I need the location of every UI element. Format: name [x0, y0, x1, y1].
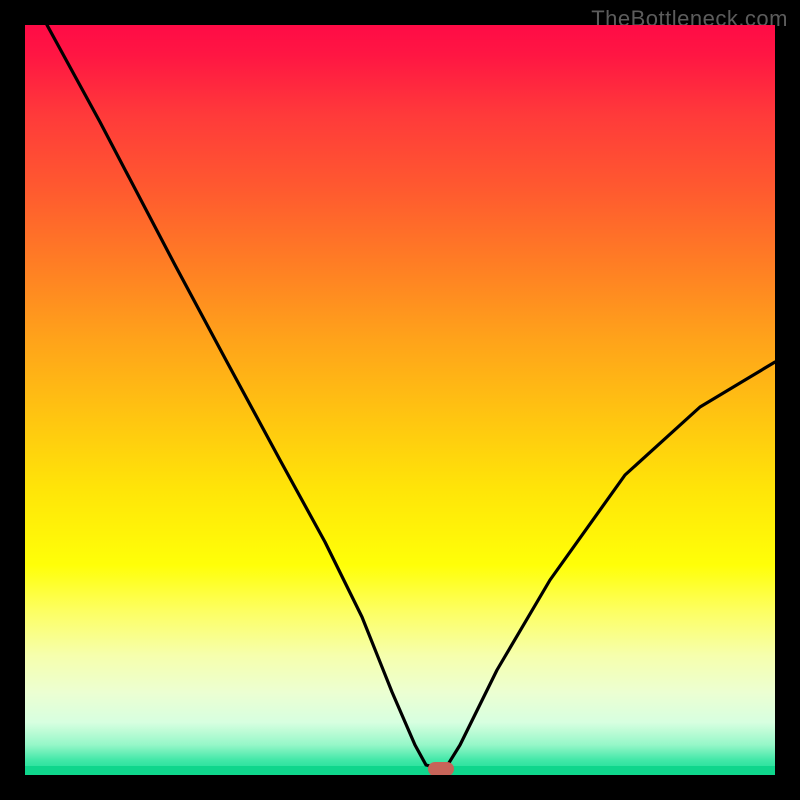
plot-area	[25, 25, 775, 775]
optimum-marker	[428, 762, 454, 775]
bottleneck-curve	[47, 25, 775, 767]
chart-frame: TheBottleneck.com	[0, 0, 800, 800]
curve-svg	[25, 25, 775, 775]
